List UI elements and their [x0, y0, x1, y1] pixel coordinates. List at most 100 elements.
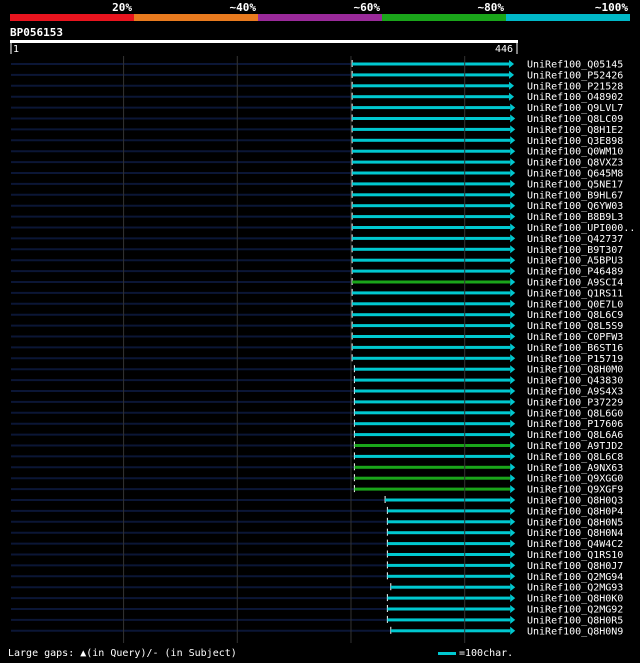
hit-label[interactable]: UniRef100_O48902: [527, 92, 623, 103]
alignment-row[interactable]: UniRef100_Q05145: [11, 60, 623, 71]
hit-label[interactable]: UniRef100_Q8H0M0: [527, 365, 623, 376]
hit-label[interactable]: UniRef100_Q1RS11: [527, 288, 623, 299]
alignment-row[interactable]: UniRef100_Q8H0Q3: [11, 496, 623, 507]
hit-label[interactable]: UniRef100_B8B9L3: [527, 212, 623, 223]
alignment-row[interactable]: UniRef100_Q8L5S9: [11, 321, 623, 332]
hit-label[interactable]: UniRef100_Q8H0P4: [527, 506, 623, 517]
alignment-row[interactable]: UniRef100_Q8L6G0: [11, 408, 623, 419]
alignment-row[interactable]: UniRef100_Q8H0N9: [11, 626, 623, 637]
hit-label[interactable]: UniRef100_Q9XGG0: [527, 474, 623, 485]
hit-label[interactable]: UniRef100_Q9LVL7: [527, 103, 623, 114]
alignment-row[interactable]: UniRef100_B6ST16: [11, 343, 623, 354]
hit-label[interactable]: UniRef100_Q8VXZ3: [527, 158, 623, 169]
alignment-row[interactable]: UniRef100_Q8LC09: [11, 114, 623, 125]
hit-label[interactable]: UniRef100_B9HL67: [527, 190, 623, 201]
hit-label[interactable]: UniRef100_Q8H0Q3: [527, 496, 623, 507]
hit-label[interactable]: UniRef100_B6ST16: [527, 343, 623, 354]
alignment-row[interactable]: UniRef100_A9NX63: [11, 463, 623, 474]
alignment-row[interactable]: UniRef100_Q1RS11: [11, 288, 623, 299]
alignment-row[interactable]: UniRef100_Q3E898: [11, 136, 623, 147]
alignment-row[interactable]: UniRef100_Q43830: [11, 376, 623, 387]
alignment-row[interactable]: UniRef100_Q8L6A6: [11, 430, 623, 441]
hit-label[interactable]: UniRef100_Q05145: [527, 60, 623, 71]
alignment-row[interactable]: UniRef100_Q0E7L0: [11, 299, 623, 310]
hit-label[interactable]: UniRef100_Q8H1E2: [527, 125, 623, 136]
alignment-row[interactable]: UniRef100_Q8H0N4: [11, 528, 623, 539]
hit-label[interactable]: UniRef100_Q8H0N9: [527, 626, 623, 637]
alignment-row[interactable]: UniRef100_P52426: [11, 70, 623, 81]
alignment-row[interactable]: UniRef100_Q2MG93: [11, 583, 623, 594]
hit-label[interactable]: UniRef100_Q2MG94: [527, 572, 623, 583]
alignment-row[interactable]: UniRef100_Q2MG94: [11, 572, 623, 583]
hit-label[interactable]: UniRef100_P17606: [527, 419, 623, 430]
alignment-row[interactable]: UniRef100_Q1RS10: [11, 550, 623, 561]
hit-label[interactable]: UniRef100_P37229: [527, 397, 623, 408]
hit-label[interactable]: UniRef100_Q42737: [527, 234, 623, 245]
hit-label[interactable]: UniRef100_Q3E898: [527, 136, 623, 147]
alignment-row[interactable]: UniRef100_Q9XGG0: [11, 474, 623, 485]
hit-label[interactable]: UniRef100_UPI000..: [527, 223, 635, 234]
hit-label[interactable]: UniRef100_Q0E7L0: [527, 299, 623, 310]
hit-label[interactable]: UniRef100_Q8L6C8: [527, 452, 623, 463]
alignment-row[interactable]: UniRef100_P46489: [11, 267, 623, 278]
alignment-row[interactable]: UniRef100_B9HL67: [11, 190, 623, 201]
alignment-row[interactable]: UniRef100_Q8VXZ3: [11, 158, 623, 169]
hit-label[interactable]: UniRef100_A9S4X3: [527, 387, 623, 398]
hit-label[interactable]: UniRef100_Q8LC09: [527, 114, 623, 125]
hit-label[interactable]: UniRef100_A9TJD2: [527, 441, 623, 452]
alignment-row[interactable]: UniRef100_Q42737: [11, 234, 623, 245]
hit-label[interactable]: UniRef100_Q8H0J7: [527, 561, 623, 572]
hit-label[interactable]: UniRef100_Q2MG92: [527, 605, 623, 616]
hit-label[interactable]: UniRef100_Q9XGF9: [527, 485, 623, 496]
alignment-row[interactable]: UniRef100_P17606: [11, 419, 623, 430]
alignment-row[interactable]: UniRef100_Q8L6C9: [11, 310, 623, 321]
hit-label[interactable]: UniRef100_P52426: [527, 70, 623, 81]
hit-label[interactable]: UniRef100_P21528: [527, 81, 623, 92]
alignment-row[interactable]: UniRef100_A9TJD2: [11, 441, 623, 452]
alignment-row[interactable]: UniRef100_Q5NE17: [11, 179, 623, 190]
alignment-row[interactable]: UniRef100_UPI000..: [11, 223, 635, 234]
alignment-row[interactable]: UniRef100_Q0WM10: [11, 147, 623, 158]
hit-label[interactable]: UniRef100_Q4W4C2: [527, 539, 623, 550]
alignment-row[interactable]: UniRef100_A5BPU3: [11, 256, 623, 267]
alignment-row[interactable]: UniRef100_B9T307: [11, 245, 623, 256]
hit-label[interactable]: UniRef100_Q8H0K0: [527, 594, 623, 605]
hit-label[interactable]: UniRef100_Q8L5S9: [527, 321, 623, 332]
hit-label[interactable]: UniRef100_B9T307: [527, 245, 623, 256]
alignment-row[interactable]: UniRef100_Q8H0K0: [11, 594, 623, 605]
alignment-row[interactable]: UniRef100_Q9LVL7: [11, 103, 623, 114]
alignment-row[interactable]: UniRef100_Q6YW03: [11, 201, 623, 212]
alignment-row[interactable]: UniRef100_B8B9L3: [11, 212, 623, 223]
alignment-row[interactable]: UniRef100_P15719: [11, 354, 623, 365]
alignment-row[interactable]: UniRef100_Q8H0P4: [11, 506, 623, 517]
hit-label[interactable]: UniRef100_Q1RS10: [527, 550, 623, 561]
alignment-row[interactable]: UniRef100_P21528: [11, 81, 623, 92]
alignment-row[interactable]: UniRef100_Q8H0N5: [11, 517, 623, 528]
alignment-row[interactable]: UniRef100_Q645M8: [11, 169, 623, 180]
alignment-row[interactable]: UniRef100_Q8H1E2: [11, 125, 623, 136]
hit-label[interactable]: UniRef100_A9SCI4: [527, 278, 623, 289]
hit-label[interactable]: UniRef100_P15719: [527, 354, 623, 365]
hit-label[interactable]: UniRef100_Q8L6C9: [527, 310, 623, 321]
hit-label[interactable]: UniRef100_P46489: [527, 267, 623, 278]
alignment-row[interactable]: UniRef100_Q4W4C2: [11, 539, 623, 550]
hit-label[interactable]: UniRef100_Q8H0R5: [527, 615, 623, 626]
alignment-row[interactable]: UniRef100_Q8L6C8: [11, 452, 623, 463]
hit-label[interactable]: UniRef100_Q43830: [527, 376, 623, 387]
hit-label[interactable]: UniRef100_Q2MG93: [527, 583, 623, 594]
hit-label[interactable]: UniRef100_Q6YW03: [527, 201, 623, 212]
alignment-row[interactable]: UniRef100_C0PFW3: [11, 332, 623, 343]
alignment-row[interactable]: UniRef100_A9S4X3: [11, 387, 623, 398]
alignment-row[interactable]: UniRef100_A9SCI4: [11, 278, 623, 289]
hit-label[interactable]: UniRef100_Q0WM10: [527, 147, 623, 158]
alignment-row[interactable]: UniRef100_P37229: [11, 397, 623, 408]
alignment-row[interactable]: UniRef100_O48902: [11, 92, 623, 103]
hit-label[interactable]: UniRef100_Q5NE17: [527, 179, 623, 190]
alignment-row[interactable]: UniRef100_Q8H0J7: [11, 561, 623, 572]
alignment-row[interactable]: UniRef100_Q8H0M0: [11, 365, 623, 376]
alignment-row[interactable]: UniRef100_Q9XGF9: [11, 485, 623, 496]
hit-label[interactable]: UniRef100_A5BPU3: [527, 256, 623, 267]
hit-label[interactable]: UniRef100_Q8H0N4: [527, 528, 623, 539]
hit-label[interactable]: UniRef100_Q8L6A6: [527, 430, 623, 441]
hit-label[interactable]: UniRef100_C0PFW3: [527, 332, 623, 343]
